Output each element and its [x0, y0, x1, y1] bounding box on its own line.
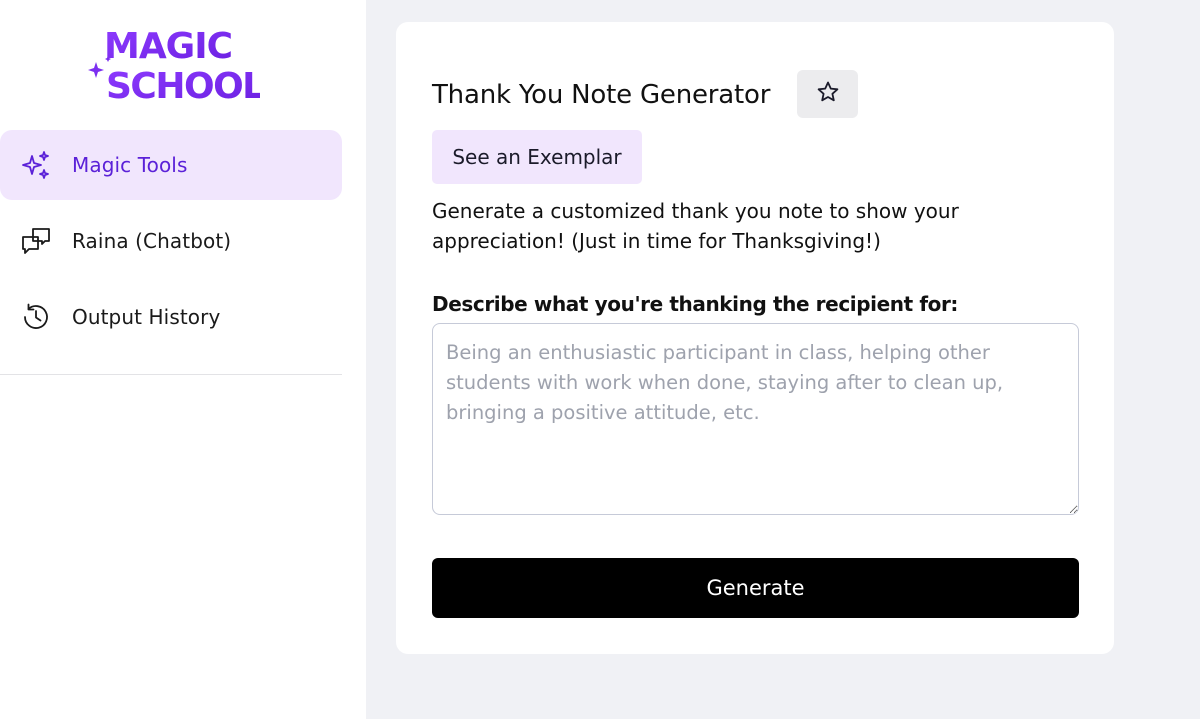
sparkles-icon [20, 149, 52, 181]
page-title: Thank You Note Generator [432, 80, 771, 110]
logo-line-1: MAGIC [104, 26, 232, 67]
favorite-button[interactable] [797, 70, 858, 118]
sidebar-item-label: Raina (Chatbot) [72, 229, 232, 253]
sidebar-item-magic-tools[interactable]: Magic Tools [0, 130, 342, 200]
sidebar-item-output-history[interactable]: Output History [0, 282, 342, 352]
recipient-reason-field-wrapper [432, 323, 1079, 515]
generate-button[interactable]: Generate [432, 558, 1079, 618]
magic-school-logo[interactable]: MAGIC SCHOOL [88, 22, 260, 106]
logo-line-2: SCHOOL [106, 66, 260, 106]
tool-card: Thank You Note Generator See an Exemplar… [396, 22, 1114, 654]
see-exemplar-button[interactable]: See an Exemplar [432, 130, 642, 184]
sidebar-divider [0, 374, 342, 375]
history-icon [20, 301, 52, 333]
sidebar-item-label: Output History [72, 305, 221, 329]
recipient-reason-input[interactable] [432, 323, 1079, 515]
tool-description: Generate a customized thank you note to … [432, 199, 959, 253]
sidebar-item-raina-chatbot[interactable]: Raina (Chatbot) [0, 206, 342, 276]
star-icon [816, 80, 840, 108]
recipient-reason-label: Describe what you're thanking the recipi… [432, 292, 959, 316]
sidebar: MAGIC SCHOOL Magic Tools Raina (Chatbot) [0, 0, 366, 719]
chat-bubbles-icon [20, 225, 52, 257]
sidebar-item-label: Magic Tools [72, 153, 188, 177]
